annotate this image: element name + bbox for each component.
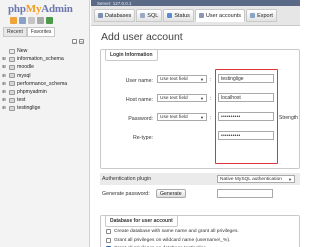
home-icon[interactable] <box>10 17 17 24</box>
database-label: testinglige <box>17 105 41 112</box>
database-tree-item[interactable]: ⊞ phpmyadmin <box>1 88 89 96</box>
expand-icon[interactable]: ⊞ <box>1 73 7 79</box>
database-tree-item[interactable]: ⊞ information_schema <box>1 55 89 63</box>
chevron-down-icon: ▼ <box>200 76 204 82</box>
new-db-icon <box>9 48 15 54</box>
auth-plugin-label: Authentication plugin <box>102 176 152 182</box>
tab-sql[interactable]: SQL <box>136 9 163 22</box>
logout-icon[interactable] <box>19 17 26 24</box>
database-tree-item[interactable]: ⊞ mysql <box>1 72 89 80</box>
database-tree-item[interactable]: ⊞ testinglige <box>1 104 89 112</box>
docs-icon[interactable] <box>28 17 35 24</box>
chevron-down-icon: ▼ <box>200 95 204 101</box>
navigation-panel: phpMyAdmin Recent Favorites – ∞ New ⊞ info… <box>0 0 90 247</box>
user-name-label: User name: <box>125 78 153 84</box>
generate-button[interactable]: Generate <box>156 189 186 198</box>
database-label: mysql <box>17 72 31 79</box>
database-tree-item[interactable]: ⊞ test <box>1 96 89 104</box>
privilege-option[interactable]: Grant all privileges on wildcard name (u… <box>106 237 230 243</box>
tab-favorites[interactable]: Favorites <box>26 27 56 37</box>
auth-plugin-row: Authentication plugin Native MySQL authe… <box>100 173 300 185</box>
database-icon <box>9 89 15 95</box>
chevron-down-icon: ▼ <box>288 176 292 182</box>
password-type-select[interactable]: Use text field ▼ <box>157 113 207 121</box>
database-for-user-fieldset: Database for user account Create databas… <box>100 215 300 247</box>
main-tabs: Databases SQL Status User accounts Export <box>91 6 300 26</box>
page-title: Add user account <box>101 31 183 43</box>
database-icon <box>9 56 15 62</box>
database-label: New <box>17 48 28 55</box>
database-tree-item[interactable]: ⊞ performance_schema <box>1 80 89 88</box>
phpmyadmin-logo[interactable]: phpMyAdmin <box>8 3 73 15</box>
fieldset-legend: Login Information <box>105 49 158 61</box>
sql-icon <box>140 13 146 18</box>
database-label: information_schema <box>17 56 64 63</box>
tab-export[interactable]: Export <box>246 9 277 22</box>
database-tree-item[interactable]: New <box>1 47 89 55</box>
password-label: Password: <box>128 116 153 122</box>
database-label: test <box>17 97 26 104</box>
main-content: Add user account Login Information User … <box>91 27 300 247</box>
recent-favorites-tabs: Recent Favorites <box>3 27 56 37</box>
database-label: performance_schema <box>17 80 68 87</box>
expand-icon[interactable]: ⊞ <box>1 81 7 87</box>
generated-password-field[interactable] <box>217 189 273 198</box>
database-label: moodle <box>17 64 35 71</box>
link-icon[interactable]: ∞ <box>79 39 84 44</box>
panel-toolbar <box>10 17 53 24</box>
user-name-type-select[interactable]: Use text field ▼ <box>157 75 207 83</box>
database-icon <box>9 105 15 111</box>
tab-recent[interactable]: Recent <box>3 27 27 37</box>
privilege-option[interactable]: Create database with same name and grant… <box>106 229 239 234</box>
server-breadcrumb[interactable]: Server: 127.0.0.1 <box>97 1 132 6</box>
expand-icon[interactable]: ⊞ <box>1 97 7 103</box>
generate-password-row: Generate password: Generate <box>100 187 300 201</box>
fieldset-legend: Database for user account <box>105 215 178 227</box>
database-icon <box>9 73 15 79</box>
tab-databases[interactable]: Databases <box>94 9 136 22</box>
chevron-down-icon: ▼ <box>200 114 204 120</box>
database-icon <box>9 81 15 87</box>
users-icon <box>198 13 204 18</box>
auth-plugin-select[interactable]: Native MySQL authentication ▼ <box>217 175 295 183</box>
expand-icon[interactable]: ⊞ <box>1 56 7 62</box>
status-icon <box>167 13 173 18</box>
export-icon <box>250 13 256 18</box>
tab-user-accounts[interactable]: User accounts <box>194 9 246 22</box>
host-name-type-select[interactable]: Use text field ▼ <box>157 94 207 102</box>
database-icon <box>9 97 15 103</box>
host-name-label: Host name: <box>125 97 153 103</box>
database-label: phpmyadmin <box>17 89 47 96</box>
expand-icon[interactable]: ⊞ <box>1 64 7 70</box>
database-tree: New ⊞ information_schema ⊞ moodle ⊞ mysql ⊞ perf… <box>1 47 89 113</box>
login-information-fieldset: Login Information User name: Use text fi… <box>100 49 300 169</box>
retype-label: Re-type: <box>132 135 153 141</box>
tab-status[interactable]: Status <box>163 9 194 22</box>
highlight-box <box>215 69 278 164</box>
database-icon <box>98 13 103 18</box>
expand-icon[interactable]: ⊞ <box>1 105 7 111</box>
expand-icon[interactable]: ⊞ <box>1 89 7 95</box>
generate-password-label: Generate password: <box>102 191 150 197</box>
tree-controls: – ∞ <box>72 39 84 44</box>
password-strength: Strength <box>279 115 298 121</box>
reload-icon[interactable] <box>46 17 53 24</box>
database-icon <box>9 64 15 70</box>
checkbox[interactable] <box>106 237 111 243</box>
checkbox[interactable] <box>106 229 111 234</box>
collapse-all-icon[interactable]: – <box>72 39 77 44</box>
settings-icon[interactable] <box>37 17 44 24</box>
database-tree-item[interactable]: ⊞ moodle <box>1 63 89 71</box>
